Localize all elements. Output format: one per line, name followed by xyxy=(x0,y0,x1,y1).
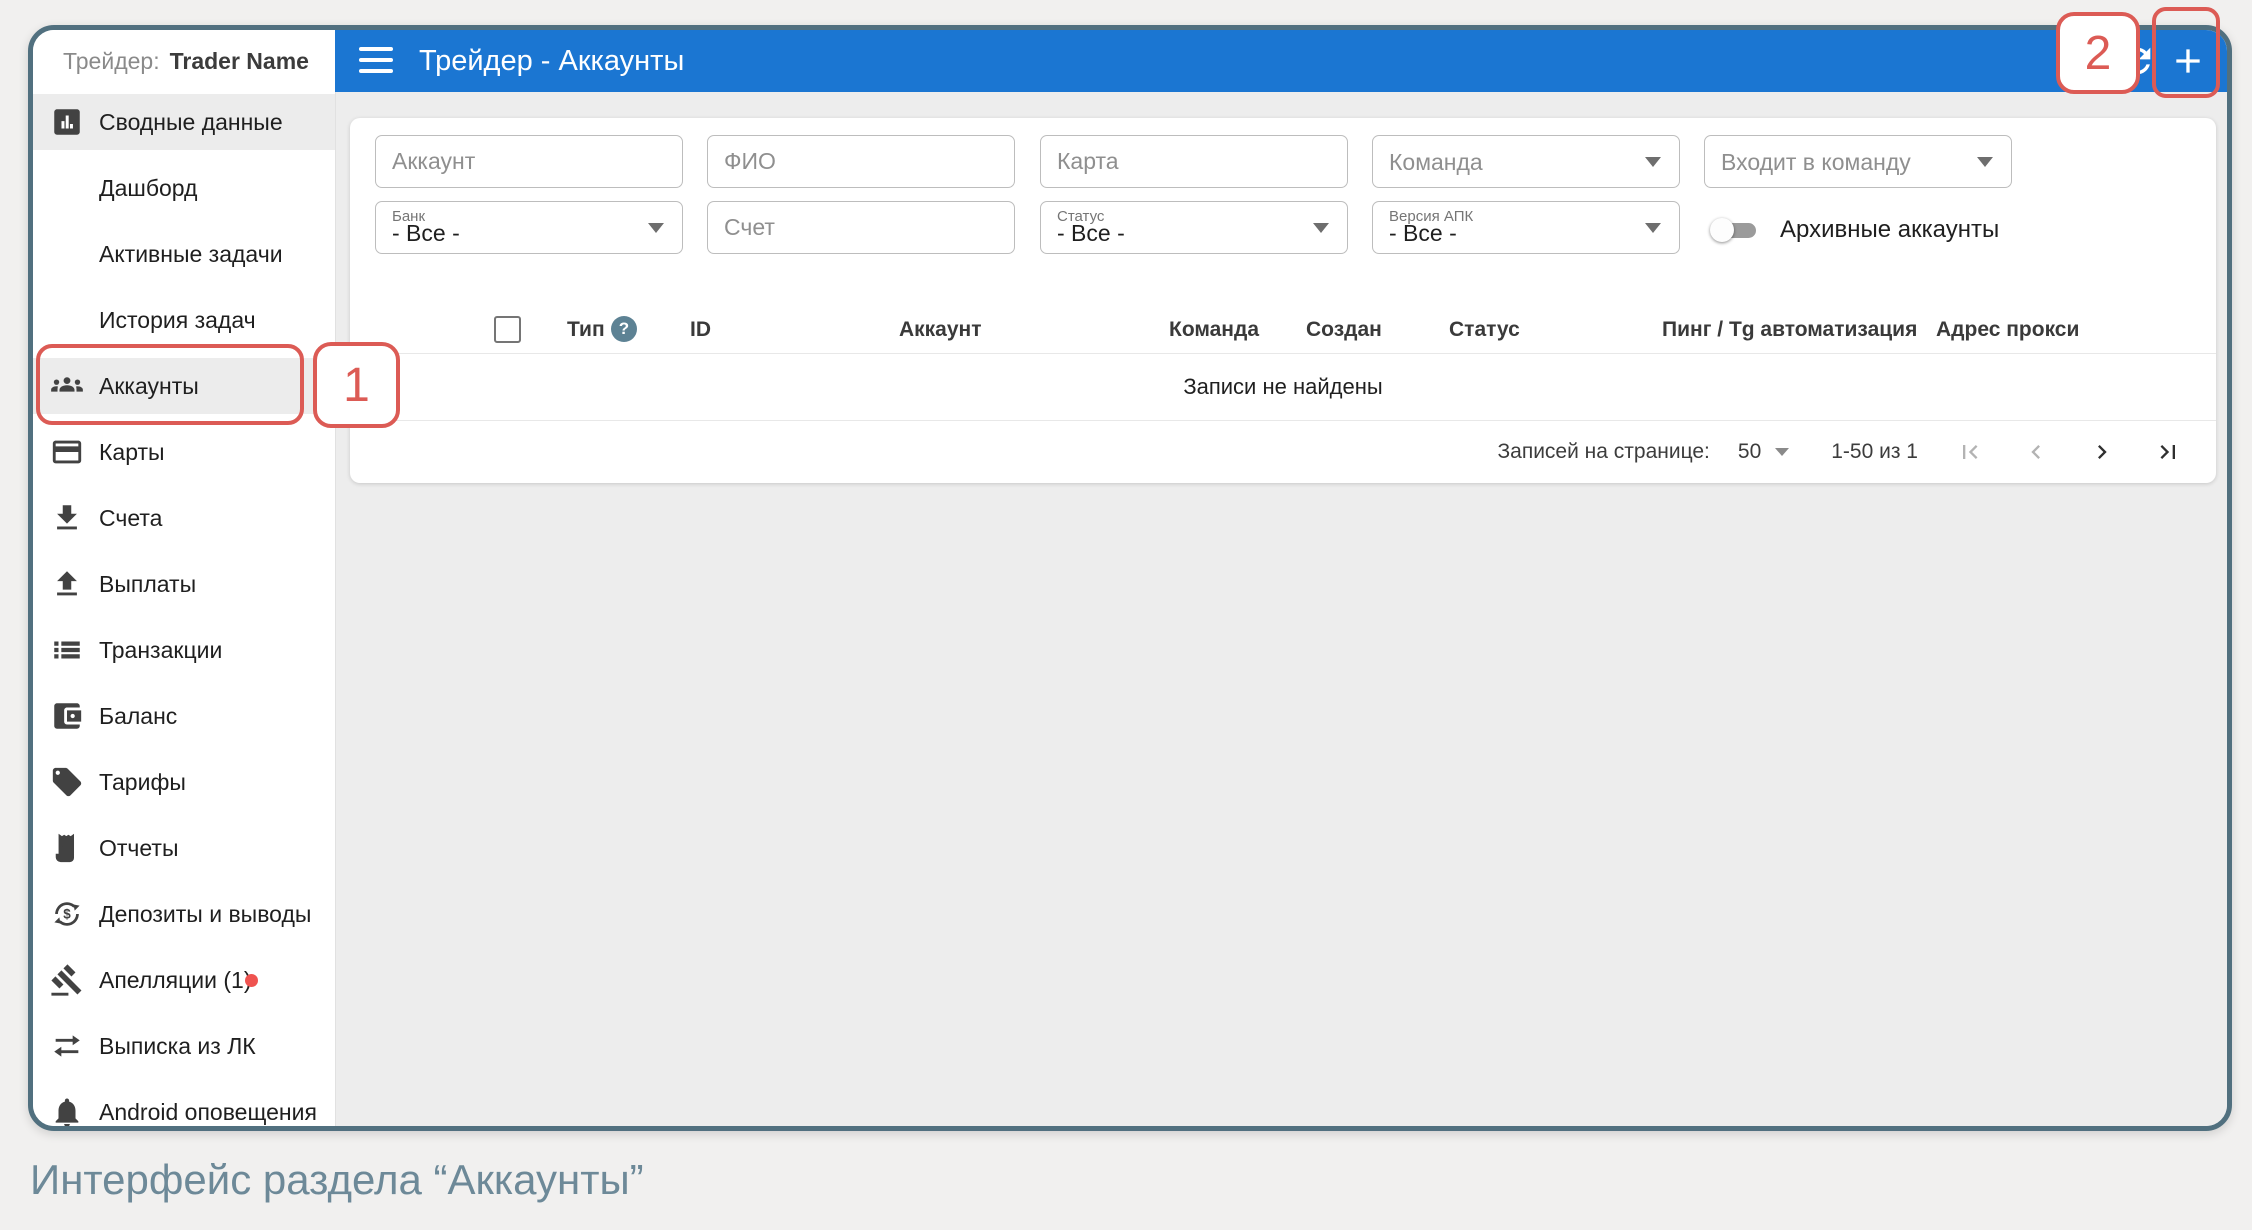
in-team-filter-select[interactable]: Входит в команду xyxy=(1704,135,2012,188)
sidebar-item-lk-statement[interactable]: Выписка из ЛК xyxy=(33,1018,335,1074)
sidebar-item-appeals[interactable]: Апелляции (1) xyxy=(33,952,335,1008)
column-account: Аккаунт xyxy=(899,318,982,341)
trader-name-header: Трейдер: Trader Name xyxy=(33,30,335,92)
fio-filter-input[interactable] xyxy=(707,135,1015,188)
chevron-down-icon xyxy=(1977,156,1993,167)
rows-per-page-select[interactable]: 50 xyxy=(1738,440,1790,464)
sidebar-item-active-tasks[interactable]: Активные задачи xyxy=(33,226,335,282)
bell-icon xyxy=(45,1090,89,1126)
sidebar-item-dashboard[interactable]: Дашборд xyxy=(33,160,335,216)
figure-caption: Интерфейс раздела “Аккаунты” xyxy=(30,1156,644,1203)
next-page-button[interactable] xyxy=(2088,438,2116,466)
column-ping-tg: Пинг / Tg автоматизация xyxy=(1662,318,1918,341)
compare-arrows-icon xyxy=(45,1024,89,1068)
sidebar-item-deposits-withdrawals[interactable]: $ Депозиты и выводы xyxy=(33,886,335,942)
chevron-down-icon xyxy=(648,222,664,233)
sidebar-item-summary[interactable]: Сводные данные xyxy=(33,94,335,150)
status-filter-select[interactable]: Статус - Все - xyxy=(1040,201,1348,254)
gavel-icon xyxy=(45,958,89,1002)
upload-icon xyxy=(45,562,89,606)
callout-step-1: 1 xyxy=(313,342,400,428)
pagination-range: 1-50 из 1 xyxy=(1831,440,1918,463)
card-filter-input[interactable] xyxy=(1040,135,1348,188)
sidebar-item-invoices[interactable]: Счета xyxy=(33,490,335,546)
sidebar-item-payouts[interactable]: Выплаты xyxy=(33,556,335,612)
tag-icon xyxy=(45,760,89,804)
help-icon[interactable]: ? xyxy=(611,316,637,342)
appeals-notification-dot xyxy=(245,974,258,987)
sidebar-item-android-notifications[interactable]: Android оповещения xyxy=(33,1084,335,1126)
main-content: Команда Входит в команду Банк - Все - Ст… xyxy=(335,92,2227,1126)
page-title: Трейдер - Аккаунты xyxy=(419,44,685,77)
column-status: Статус xyxy=(1449,318,1520,341)
team-filter-select[interactable]: Команда xyxy=(1372,135,1680,188)
table-header-row: Тип ? ID Аккаунт Команда Создан Статус П… xyxy=(350,308,2216,354)
sidebar-item-task-history[interactable]: История задач xyxy=(33,292,335,348)
column-proxy: Адрес прокси xyxy=(1936,318,2080,341)
analytics-icon xyxy=(45,100,89,144)
chevron-down-icon xyxy=(1645,156,1661,167)
chevron-down-icon xyxy=(1645,222,1661,233)
currency-exchange-icon: $ xyxy=(45,892,89,936)
apk-version-filter-select[interactable]: Версия АПК - Все - xyxy=(1372,201,1680,254)
trader-name: Trader Name xyxy=(169,47,309,74)
filters-table-card: Команда Входит в команду Банк - Все - Ст… xyxy=(350,118,2216,483)
archived-accounts-toggle[interactable] xyxy=(1710,217,1758,243)
list-icon xyxy=(45,628,89,672)
callout-step-2: 2 xyxy=(2056,12,2140,94)
previous-page-button[interactable] xyxy=(2022,438,2050,466)
bank-filter-select[interactable]: Банк - Все - xyxy=(375,201,683,254)
archived-accounts-label: Архивные аккаунты xyxy=(1780,216,2000,243)
download-icon xyxy=(45,496,89,540)
wallet-icon xyxy=(45,694,89,738)
callout-outline-add-button xyxy=(2152,7,2220,98)
last-page-button[interactable] xyxy=(2154,438,2182,466)
sidebar-item-transactions[interactable]: Транзакции xyxy=(33,622,335,678)
invoice-filter-input[interactable] xyxy=(707,201,1015,254)
first-page-button[interactable] xyxy=(1956,438,1984,466)
column-type: Тип xyxy=(567,318,605,341)
sidebar-item-cards[interactable]: Карты xyxy=(33,424,335,480)
column-team: Команда xyxy=(1169,318,1259,341)
app-bar: Трейдер - Аккаунты xyxy=(335,30,2227,92)
chevron-down-icon xyxy=(1775,448,1790,456)
menu-icon[interactable] xyxy=(359,47,393,75)
sidebar-item-tariffs[interactable]: Тарифы xyxy=(33,754,335,810)
sidebar-item-balance[interactable]: Баланс xyxy=(33,688,335,744)
callout-outline-accounts xyxy=(36,344,304,425)
svg-text:$: $ xyxy=(63,907,71,922)
sidebar: Трейдер: Trader Name Сводные данные Дашб… xyxy=(33,30,335,1126)
app-window: Трейдер - Аккаунты Трейдер: Trader Name … xyxy=(28,25,2232,1131)
rows-per-page-label: Записей на странице: xyxy=(1497,440,1710,463)
receipt-icon xyxy=(45,826,89,870)
sidebar-item-reports[interactable]: Отчеты xyxy=(33,820,335,876)
column-created: Создан xyxy=(1306,318,1382,341)
account-filter-input[interactable] xyxy=(375,135,683,188)
select-all-checkbox[interactable] xyxy=(494,316,521,343)
pagination-bar: Записей на странице: 50 1-50 из 1 xyxy=(350,420,2216,483)
chevron-down-icon xyxy=(1313,222,1329,233)
trader-label: Трейдер: xyxy=(63,47,160,74)
empty-state-text: Записи не найдены xyxy=(1183,373,1383,399)
column-id: ID xyxy=(690,318,711,341)
credit-card-icon xyxy=(45,430,89,474)
